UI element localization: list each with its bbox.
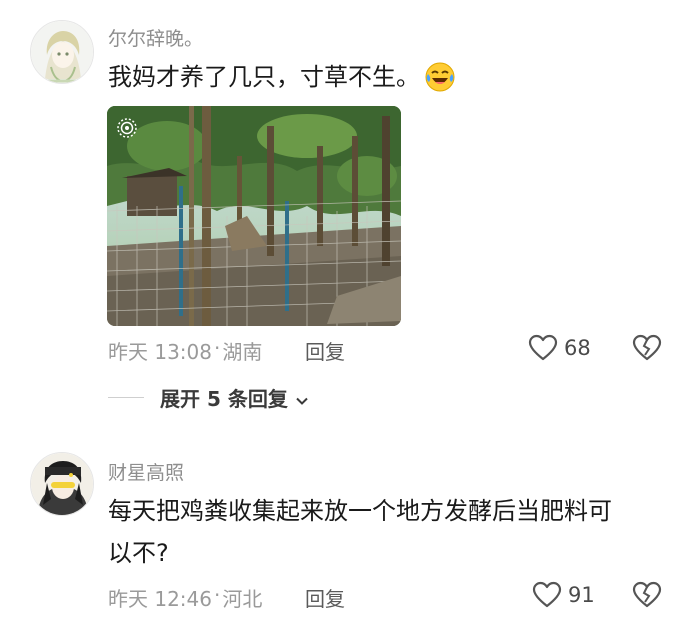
comment-1-dislike-button[interactable]	[632, 334, 662, 362]
chevron-down-icon	[294, 390, 310, 406]
comment-2-text-line-1: 每天把鸡粪收集起来放一个地方发酵后当肥料可	[108, 497, 612, 525]
expand-replies-label: 展开 5 条回复	[160, 387, 288, 411]
heart-icon	[532, 581, 562, 609]
meta-separator: ·	[214, 336, 221, 360]
comment-2-reply-button[interactable]: 回复	[305, 583, 345, 612]
comment-1-like-button[interactable]: 68	[528, 334, 591, 362]
comment-1-username[interactable]: 尔尔辞晚。	[108, 24, 203, 51]
broken-heart-icon	[632, 334, 662, 366]
comment-2-like-count: 91	[568, 583, 595, 607]
comment-2-text-line-2: 以不?	[108, 539, 169, 567]
comment-1-photo[interactable]	[107, 106, 401, 326]
expand-divider	[108, 397, 144, 398]
comment-1-like-count: 68	[564, 336, 591, 360]
laughing-tears-emoji	[424, 61, 456, 93]
expand-replies-button[interactable]: 展开 5 条回复	[108, 383, 310, 412]
broken-heart-icon	[632, 581, 662, 613]
comment-2-location: 河北	[222, 587, 263, 611]
comment-2-username[interactable]: 财星高照	[108, 458, 184, 485]
comment-1-meta: 昨天 13:08 · 湖南	[108, 336, 262, 365]
comment-1-text-row: 我妈才养了几只，寸草不生。	[108, 56, 456, 98]
comment-1-text: 我妈才养了几只，寸草不生。	[108, 63, 420, 91]
comment-2-dislike-button[interactable]	[632, 581, 662, 609]
meta-separator: ·	[214, 583, 221, 607]
avatar-user-2[interactable]	[30, 452, 94, 516]
heart-icon	[528, 334, 558, 362]
comment-2-meta: 昨天 12:46 · 河北	[108, 583, 262, 612]
comment-1-location: 湖南	[222, 340, 263, 364]
comment-1-time: 昨天 13:08	[108, 340, 212, 364]
comment-2-like-button[interactable]: 91	[532, 581, 595, 609]
comment-1-reply-button[interactable]: 回复	[305, 336, 345, 365]
avatar-user-1[interactable]	[30, 20, 94, 84]
comment-2-time: 昨天 12:46	[108, 587, 212, 611]
